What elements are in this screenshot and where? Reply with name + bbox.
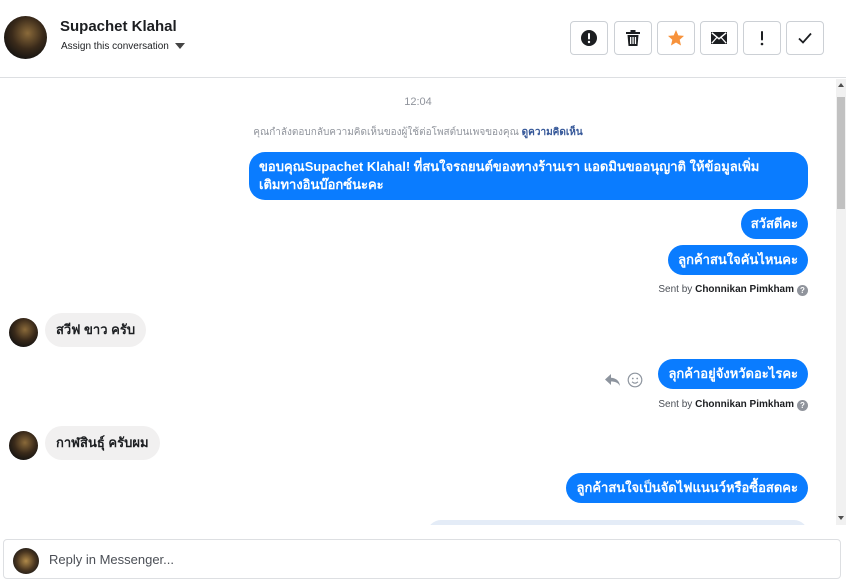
scroll-down-arrow-icon[interactable] — [838, 516, 844, 520]
reply-arrow-icon[interactable] — [604, 373, 621, 387]
contact-name[interactable]: Supachet Klahal — [60, 18, 177, 35]
alert-circle-icon — [581, 30, 597, 46]
message-timestamp: 12:04 — [404, 96, 432, 108]
sent-by-prefix: Sent by — [658, 399, 693, 410]
reply-composer[interactable] — [3, 539, 841, 579]
mark-unread-button[interactable] — [700, 21, 738, 55]
envelope-icon — [711, 32, 727, 44]
help-icon[interactable]: ? — [797, 285, 808, 296]
contact-avatar-small[interactable] — [9, 431, 38, 460]
incoming-message[interactable]: กาฬสินธุ์ ครับผม — [45, 426, 160, 460]
message-feed[interactable]: 12:04 คุณกำลังตอบกลับความคิดเห็นของผู้ใช… — [0, 79, 836, 525]
outgoing-message[interactable]: ลูกค้าสนใจคันไหนคะ — [668, 245, 808, 275]
checkmark-icon — [798, 32, 812, 44]
scroll-up-arrow-icon[interactable] — [838, 83, 844, 87]
comment-reply-notice: คุณกำลังตอบกลับความคิดเห็นของผู้ใช้ต่อโพ… — [0, 125, 836, 140]
trash-icon — [626, 30, 640, 46]
contact-avatar[interactable] — [4, 16, 47, 59]
star-button[interactable] — [657, 21, 695, 55]
star-icon — [668, 30, 684, 46]
delete-button[interactable] — [614, 21, 652, 55]
sent-by-prefix: Sent by — [658, 284, 693, 295]
mark-done-button[interactable] — [786, 21, 824, 55]
outgoing-message[interactable]: ลูกค้าสนใจเป็นจัดไฟแนนว์หรือซื้อสดคะ — [566, 473, 808, 503]
assign-label: Assign this conversation — [61, 41, 169, 52]
message-actions — [604, 372, 643, 388]
view-comment-link[interactable]: ดูความคิดเห็น — [522, 127, 583, 138]
outgoing-message[interactable]: สวัสดีคะ — [740, 209, 808, 239]
emoji-reaction-icon[interactable] — [627, 372, 643, 388]
sent-by-label: Sent by Chonnikan Pimkham? — [658, 399, 808, 411]
message-line: ขอบคุณSupachet Klahal! ที่สนใจรถยนต์ของท… — [259, 159, 760, 174]
exclamation-icon — [760, 31, 764, 46]
outgoing-message[interactable]: ขอบคุณSupachet Klahal! ที่สนใจรถยนต์ของท… — [249, 152, 808, 200]
incoming-message[interactable]: สวีฟ ขาว ครับ — [45, 313, 147, 347]
spam-button[interactable] — [570, 21, 608, 55]
help-icon[interactable]: ? — [797, 400, 808, 411]
conversation-header: Supachet Klahal Assign this conversation — [0, 0, 846, 78]
contact-avatar-small[interactable] — [9, 318, 38, 347]
reply-input[interactable] — [49, 552, 749, 567]
message-line: เติมทางอินบ๊อกซ์นะคะ — [259, 177, 384, 192]
assign-conversation-dropdown[interactable]: Assign this conversation — [61, 41, 185, 52]
sender-name: Chonnikan Pimkham — [695, 399, 794, 410]
outgoing-message[interactable]: ลุกค้าอยู่จังหวัดอะไรคะ — [658, 359, 808, 389]
follow-up-button[interactable] — [743, 21, 781, 55]
sender-name: Chonnikan Pimkham — [695, 284, 794, 295]
notice-text: คุณกำลังตอบกลับความคิดเห็นของผู้ใช้ต่อโพ… — [253, 127, 519, 138]
page-avatar — [13, 548, 39, 574]
scrollbar-thumb[interactable] — [837, 97, 845, 209]
caret-down-icon — [174, 43, 185, 50]
attachment-preview[interactable] — [427, 520, 808, 525]
sent-by-label: Sent by Chonnikan Pimkham? — [658, 284, 808, 296]
